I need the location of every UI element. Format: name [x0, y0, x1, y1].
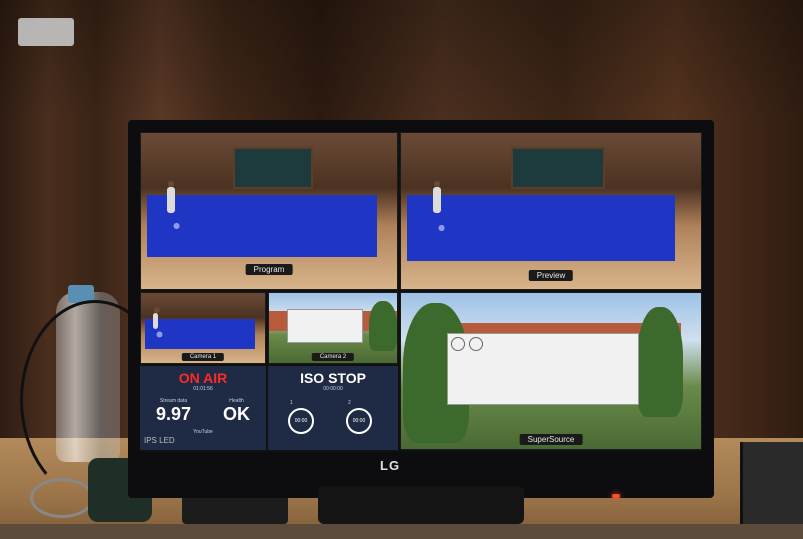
- audio-mixer: [740, 442, 803, 524]
- panel-type-label: IPS LED: [144, 436, 175, 445]
- slide-content: [447, 333, 639, 405]
- iso-status: ISO STOP: [300, 370, 366, 386]
- camera2-pane: Camera 2: [268, 292, 398, 364]
- camera1-label: Camera 1: [181, 353, 225, 361]
- seal-icon: [469, 337, 483, 351]
- wall-shadow: [0, 0, 803, 120]
- multiview-screen: Program Preview Camera 1 Camera 2 ON AIR…: [140, 132, 702, 452]
- stream-timecode: 01:01:56: [193, 386, 213, 392]
- camera1-pane: Camera 1: [140, 292, 266, 364]
- chalkboard: [233, 147, 313, 189]
- health-value: OK: [223, 404, 250, 424]
- program-label: Program: [245, 264, 293, 275]
- supersource-label: SuperSource: [519, 434, 583, 445]
- supersource-pane: SuperSource: [400, 292, 702, 450]
- speaker: [167, 181, 175, 213]
- wall-vent: [18, 18, 74, 46]
- iso-dial-2: 00:00: [346, 408, 372, 434]
- preview-pane: Preview: [400, 132, 702, 290]
- on-air-indicator: ON AIR: [178, 370, 228, 386]
- iso-dial-1: 00:00: [288, 408, 314, 434]
- platform-label: YouTube: [193, 429, 213, 435]
- power-led: [612, 494, 620, 498]
- blue-table: [147, 195, 377, 257]
- speaker: [433, 181, 441, 213]
- chalkboard: [511, 147, 605, 189]
- bitrate-value: 9.97: [155, 404, 192, 424]
- program-pane: Program: [140, 132, 398, 290]
- dial2-label: 2: [348, 400, 351, 406]
- slide-thumbnail: [287, 309, 363, 343]
- preview-label: Preview: [528, 270, 574, 281]
- lg-logo: LG: [380, 458, 401, 473]
- blue-table: [407, 195, 675, 261]
- seal-icon: [451, 337, 465, 351]
- iso-timecode: 00:00:00: [323, 386, 343, 392]
- monitor-stand: [318, 486, 524, 524]
- camera2-label: Camera 2: [311, 353, 355, 361]
- iso-record-panel: ISO STOP 00:00:00 1 2 00:00 00:00: [268, 366, 398, 450]
- dial1-label: 1: [290, 400, 293, 406]
- desk-edge: [0, 524, 803, 539]
